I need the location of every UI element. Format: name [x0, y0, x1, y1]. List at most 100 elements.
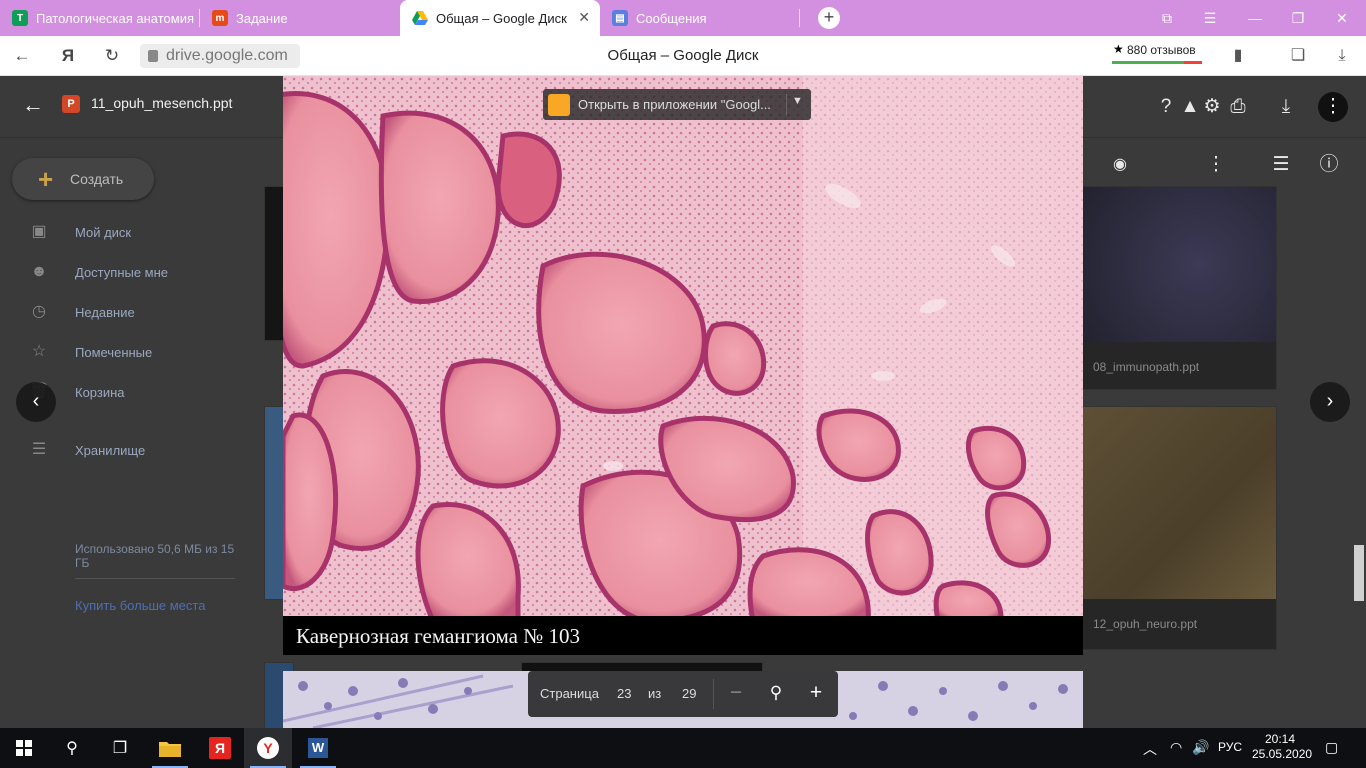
file-name-label: 12_opuh_neuro.ppt	[1093, 617, 1198, 631]
file-name-label: 08_immunopath.ppt	[1093, 360, 1200, 374]
buy-storage-link[interactable]: Купить больше места	[75, 598, 205, 613]
yandex-browser-logo-icon: Y	[257, 737, 279, 759]
tab-google-drive[interactable]: Общая – Google Диск ✕	[400, 0, 600, 36]
help-icon[interactable]: ?	[1153, 94, 1179, 120]
current-page-input[interactable]: 23	[617, 686, 631, 701]
browser-tab-strip: T Патологическая анатомия m Задание Обща…	[0, 0, 1366, 36]
previous-file-button[interactable]: ‹	[16, 382, 56, 422]
drive-sidebar: + Создать ▣ Мой диск ☻ Доступные мне ◷ Н…	[0, 138, 250, 728]
address-bar: ← Я ↻ drive.google.com Общая – Google Ди…	[0, 36, 1366, 76]
settings-icon[interactable]: ⚙	[1199, 94, 1225, 120]
collections-icon[interactable]: ❏	[1288, 46, 1308, 66]
volume-icon[interactable]: 🔊	[1192, 739, 1209, 756]
page-title: Общая – Google Диск	[607, 47, 759, 64]
yandex-browser-icon[interactable]: Y	[244, 728, 292, 768]
sidebar-item-starred[interactable]: ☆ Помеченные	[28, 341, 152, 363]
arrow-left-icon[interactable]: ←	[22, 92, 44, 118]
sidebar-label: Корзина	[75, 384, 125, 400]
sidebar-item-my-drive[interactable]: ▣ Мой диск	[28, 221, 131, 243]
scrollbar-thumb[interactable]	[1354, 545, 1364, 601]
clock[interactable]: 20:14 25.05.2020	[1252, 732, 1313, 762]
menu-icon[interactable]: ☰	[1200, 8, 1220, 28]
downloads-icon[interactable]: ⤓	[1332, 46, 1352, 66]
notifications-icon[interactable]: ▢	[1325, 739, 1338, 756]
task-view-icon[interactable]: ❐	[96, 728, 144, 768]
tab-close-icon[interactable]: ✕	[578, 9, 590, 26]
page-controls: Страница 23 из 29 − ⚲ +	[528, 671, 838, 717]
list-view-icon[interactable]: ☰	[1268, 152, 1294, 178]
search-icon[interactable]: ⚲	[48, 728, 96, 768]
storage-icon: ☰	[31, 441, 47, 458]
language-indicator[interactable]: РУС	[1218, 740, 1242, 754]
minimize-icon[interactable]: —	[1245, 8, 1265, 28]
sidebar-item-recent[interactable]: ◷ Недавние	[28, 301, 135, 323]
yandex-app-icon[interactable]: Я	[196, 728, 244, 768]
word-icon[interactable]: W	[294, 728, 342, 768]
lock-icon	[148, 50, 158, 62]
next-file-button[interactable]: ›	[1310, 382, 1350, 422]
restore-icon[interactable]: ❐	[1288, 8, 1308, 28]
eye-icon[interactable]: ◉	[1107, 152, 1133, 178]
tabs-overview-icon[interactable]: ⧉	[1157, 8, 1177, 28]
chevron-up-icon[interactable]: ︿	[1143, 739, 1157, 759]
thumbnail-image	[1083, 187, 1276, 342]
page-controls-divider	[713, 679, 714, 709]
download-icon[interactable]: ⤓	[1273, 94, 1299, 120]
yandex-logo-icon: Я	[209, 737, 231, 759]
sheets-favicon-icon: T	[12, 10, 28, 26]
print-icon[interactable]: ⎙	[1225, 94, 1251, 120]
more-options-icon[interactable]: ⋮	[1318, 92, 1348, 122]
yandex-icon[interactable]: Я	[58, 46, 78, 66]
tab-patanatomy[interactable]: T Патологическая анатомия	[0, 0, 200, 36]
page-label: Страница	[540, 686, 599, 701]
zoom-out-button[interactable]: −	[724, 681, 748, 705]
chevron-down-icon[interactable]: ▼	[792, 95, 803, 107]
file-card[interactable]: 08_immunopath.ppt	[1082, 186, 1277, 390]
zoom-icon[interactable]: ⚲	[764, 681, 788, 705]
wifi-icon[interactable]: ◠	[1170, 739, 1182, 756]
slide-caption-bar: Кавернозная гемангиома № 103	[283, 616, 1083, 655]
moodle-favicon-icon: m	[212, 10, 228, 26]
file-explorer-icon[interactable]	[146, 728, 194, 768]
tab-assignment[interactable]: m Задание	[200, 0, 400, 36]
sidebar-label: Недавние	[75, 304, 135, 320]
sidebar-label: Мой диск	[75, 224, 132, 240]
open-with-button[interactable]: Открыть в приложении "Googl... ▼	[543, 89, 811, 120]
url-field[interactable]: drive.google.com	[140, 44, 300, 68]
powerpoint-icon: P	[62, 95, 80, 113]
close-window-icon[interactable]: ✕	[1332, 8, 1352, 28]
tab-title: Сообщения	[636, 10, 707, 26]
plus-icon: +	[38, 164, 54, 194]
sidebar-item-shared[interactable]: ☻ Доступные мне	[28, 261, 168, 283]
tab-messages[interactable]: ▤ Сообщения	[600, 0, 800, 36]
create-label: Создать	[70, 171, 124, 187]
reload-icon[interactable]: ↻	[102, 46, 122, 66]
reviews-badge[interactable]: 880 отзывов	[1127, 43, 1196, 57]
info-icon[interactable]: ⓘ	[1316, 152, 1342, 178]
drive-icon: ▣	[31, 223, 47, 240]
sidebar-label: Хранилище	[75, 442, 146, 458]
of-label: из	[648, 686, 662, 701]
back-icon[interactable]: ←	[12, 46, 32, 66]
url-text: drive.google.com	[166, 47, 288, 64]
slides-app-icon	[548, 93, 570, 116]
people-icon: ☻	[30, 263, 48, 280]
reviews-count: 880 отзывов	[1127, 43, 1196, 57]
create-button[interactable]: + Создать	[12, 158, 154, 200]
file-card[interactable]: 12_opuh_neuro.ppt	[1082, 406, 1277, 650]
date: 25.05.2020	[1252, 747, 1313, 761]
google-drive-favicon-icon	[412, 10, 428, 26]
new-tab-button[interactable]: +	[818, 7, 840, 29]
zoom-in-button[interactable]: +	[804, 681, 828, 705]
star-icon: ☆	[31, 343, 47, 360]
bookmark-icon[interactable]: ▮	[1228, 46, 1248, 66]
sidebar-label: Помеченные	[75, 344, 153, 360]
tab-separator	[799, 9, 800, 27]
clock-icon: ◷	[32, 303, 46, 320]
reviews-rating-bar	[1112, 61, 1202, 64]
tab-title: Задание	[236, 10, 288, 26]
sidebar-item-storage[interactable]: ☰ Хранилище	[28, 439, 145, 461]
tab-title: Патологическая анатомия	[36, 10, 194, 26]
more-vert-icon[interactable]: ⋮	[1203, 152, 1229, 178]
windows-start-icon[interactable]	[0, 728, 48, 768]
